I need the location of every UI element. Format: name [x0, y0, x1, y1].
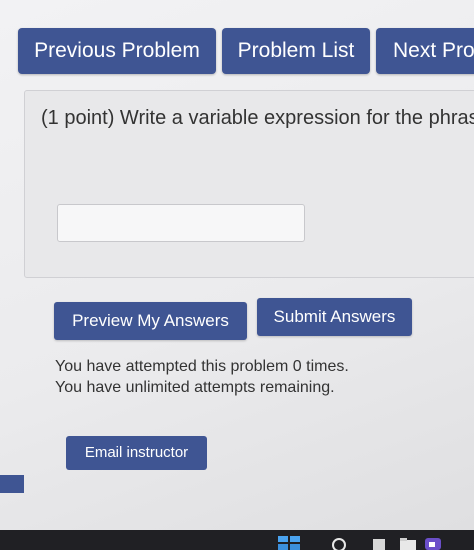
search-icon[interactable]: [330, 536, 348, 550]
attempts-remaining-text: You have unlimited attempts remaining.: [55, 379, 335, 396]
side-tab[interactable]: [0, 475, 24, 493]
webwork-page: Previous Problem Problem List Next Prol …: [0, 0, 474, 550]
answer-input[interactable]: [57, 204, 305, 242]
preview-answers-button[interactable]: Preview My Answers: [54, 302, 247, 340]
next-problem-button[interactable]: Next Prol: [376, 28, 474, 74]
problem-list-button[interactable]: Problem List: [222, 28, 370, 74]
task-view-icon[interactable]: [372, 536, 386, 550]
submit-answers-button[interactable]: Submit Answers: [257, 298, 412, 336]
previous-problem-button[interactable]: Previous Problem: [18, 28, 216, 74]
file-explorer-icon[interactable]: [399, 536, 417, 550]
windows-taskbar: [0, 530, 474, 550]
attempts-count-text: You have attempted this problem 0 times.: [55, 358, 349, 375]
email-instructor-button[interactable]: Email instructor: [66, 436, 207, 470]
problem-prompt: (1 point) Write a variable expression fo…: [41, 107, 474, 129]
problem-panel: (1 point) Write a variable expression fo…: [24, 90, 474, 278]
windows-start-icon[interactable]: [278, 536, 300, 550]
meet-icon[interactable]: [424, 536, 442, 550]
